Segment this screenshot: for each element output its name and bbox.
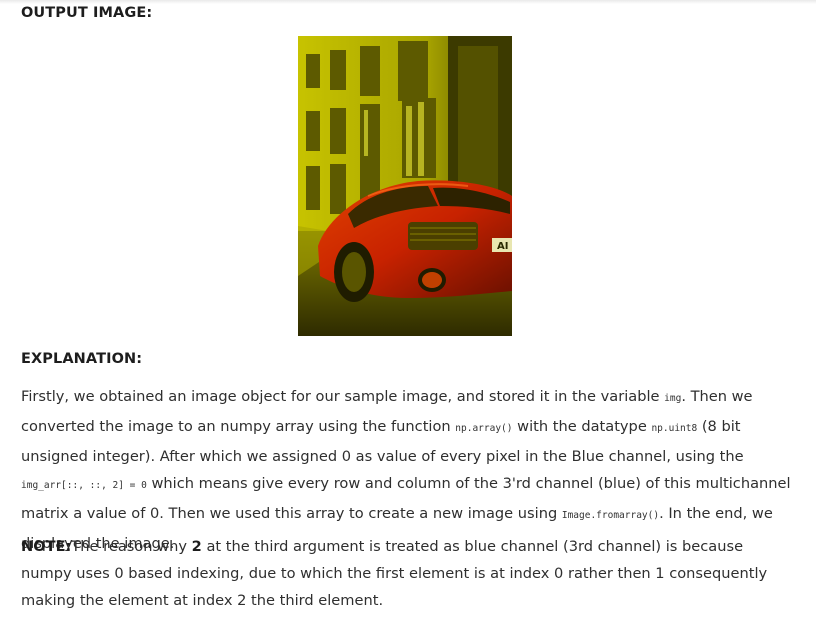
code-np-array: np.array(): [455, 422, 513, 434]
explanation-text: with the datatype: [512, 417, 652, 435]
explanation-text: Firstly, we obtained an image object for…: [21, 388, 665, 405]
explanation-paragraph: Firstly, we obtained an image object for…: [21, 383, 796, 558]
plate-text: AI: [497, 241, 508, 252]
note-label: NOTE:: [21, 538, 72, 555]
note-paragraph: NOTE:The reason why 2 at the third argum…: [21, 534, 796, 614]
code-np-uint8: np.uint8: [651, 422, 698, 434]
note-bold-number: 2: [191, 538, 202, 555]
explanation-heading: EXPLANATION:: [21, 351, 143, 367]
car-street-photo: AI: [298, 36, 512, 336]
top-shadow-divider: [0, 0, 816, 4]
output-image-heading: OUTPUT IMAGE:: [21, 5, 153, 21]
output-image: AI: [298, 36, 512, 336]
code-image-fromarray: Image.fromarray(): [561, 510, 660, 522]
note-text: The reason why: [71, 538, 192, 555]
code-img-arr-assign: img_arr[::, ::, 2] = 0: [21, 480, 147, 492]
code-img: img: [664, 393, 682, 404]
